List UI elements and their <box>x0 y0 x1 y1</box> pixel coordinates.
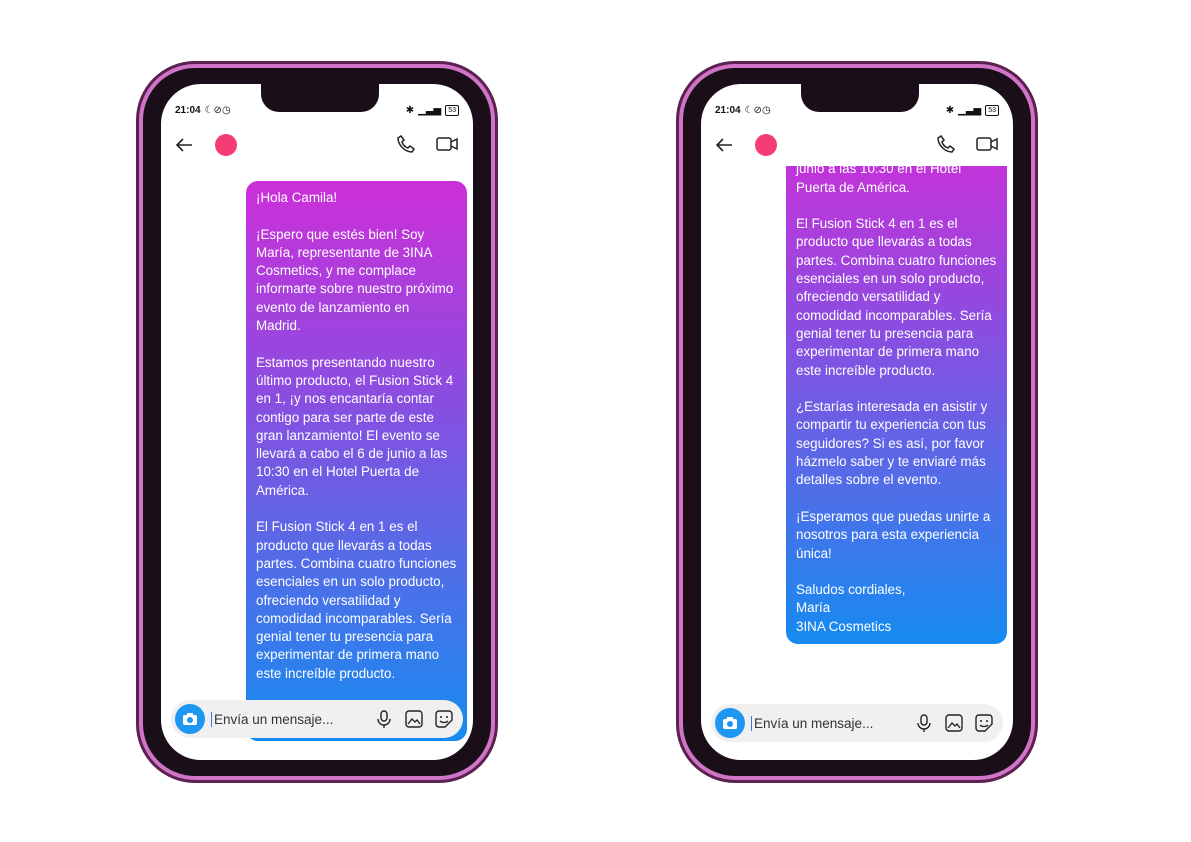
camera-icon <box>183 713 197 725</box>
avatar[interactable] <box>215 134 237 156</box>
message-scroll-area[interactable]: evento se llevará a cabo el 6 de junio a… <box>701 160 1013 698</box>
chat-header <box>701 126 1013 166</box>
message-paragraph: El Fusion Stick 4 en 1 es el producto qu… <box>796 216 997 378</box>
signal-icon: ▁▃▅ <box>958 104 982 116</box>
message-paragraph: ¡Hola Camila! <box>256 190 338 205</box>
message-paragraph: ¡Espero que estés bien! Soy María, repre… <box>256 226 454 334</box>
message-input-bar: Envía un mensaje... <box>711 704 1003 742</box>
message-bubble: evento se llevará a cabo el 6 de junio a… <box>786 160 1007 645</box>
back-arrow-icon[interactable] <box>713 134 735 156</box>
moon-icon: ☾ <box>204 104 214 116</box>
message-paragraph: ¿Estarías interesada en asistir y compar… <box>796 399 988 488</box>
bluetooth-icon: ✱ <box>945 104 955 116</box>
status-time: 21:04 <box>715 104 741 116</box>
message-input-bar: Envía un mensaje... <box>171 700 463 738</box>
camera-notch <box>261 84 379 112</box>
gallery-icon[interactable] <box>943 712 965 734</box>
bluetooth-icon: ✱ <box>405 104 415 116</box>
avatar[interactable] <box>755 134 777 156</box>
battery-icon: 53 <box>445 104 459 116</box>
camera-icon <box>723 717 737 729</box>
video-call-icon[interactable] <box>975 133 999 155</box>
message-paragraph: ¡Esperamos que puedas unirte a nosotros … <box>796 508 991 561</box>
camera-notch <box>801 84 919 112</box>
message-input[interactable]: Envía un mensaje... <box>751 715 913 731</box>
back-arrow-icon[interactable] <box>173 134 195 156</box>
message-bubble: ¡Hola Camila! ¡Espero que estés bien! So… <box>246 181 467 741</box>
status-time: 21:04 <box>175 104 201 116</box>
camera-button[interactable] <box>715 708 745 738</box>
battery-icon: 53 <box>985 104 999 116</box>
mute-icon: ⊘ <box>213 104 222 116</box>
message-signature: Saludos cordiales, María 3INA Cosmetics <box>796 582 906 634</box>
phone-call-icon[interactable] <box>935 133 957 155</box>
mute-icon: ⊘ <box>753 104 762 116</box>
microphone-icon[interactable] <box>913 712 935 734</box>
message-paragraph: Estamos presentando nuestro último produ… <box>256 354 454 498</box>
phone-screen: 21:04 ☾ ⊘ ◷ ✱ ▁▃▅ 53 ¡Hola Camila! ¡Espe… <box>161 84 473 760</box>
phone-left: 21:04 ☾ ⊘ ◷ ✱ ▁▃▅ 53 ¡Hola Camila! ¡Espe… <box>143 68 491 776</box>
gallery-icon[interactable] <box>403 708 425 730</box>
sticker-icon[interactable] <box>973 712 995 734</box>
signal-icon: ▁▃▅ <box>418 104 442 116</box>
video-call-icon[interactable] <box>435 133 459 155</box>
phone-right: 21:04 ☾ ⊘ ◷ ✱ ▁▃▅ 53 evento se llevará a… <box>683 68 1031 776</box>
sticker-icon[interactable] <box>433 708 455 730</box>
microphone-icon[interactable] <box>373 708 395 730</box>
message-input[interactable]: Envía un mensaje... <box>211 711 373 727</box>
moon-icon: ☾ <box>744 104 754 116</box>
alarm-icon: ◷ <box>221 104 231 116</box>
camera-button[interactable] <box>175 704 205 734</box>
alarm-icon: ◷ <box>761 104 771 116</box>
chat-header <box>161 126 473 166</box>
phone-screen: 21:04 ☾ ⊘ ◷ ✱ ▁▃▅ 53 evento se llevará a… <box>701 84 1013 760</box>
phone-call-icon[interactable] <box>395 133 417 155</box>
message-paragraph: El Fusion Stick 4 en 1 es el producto qu… <box>256 519 457 681</box>
